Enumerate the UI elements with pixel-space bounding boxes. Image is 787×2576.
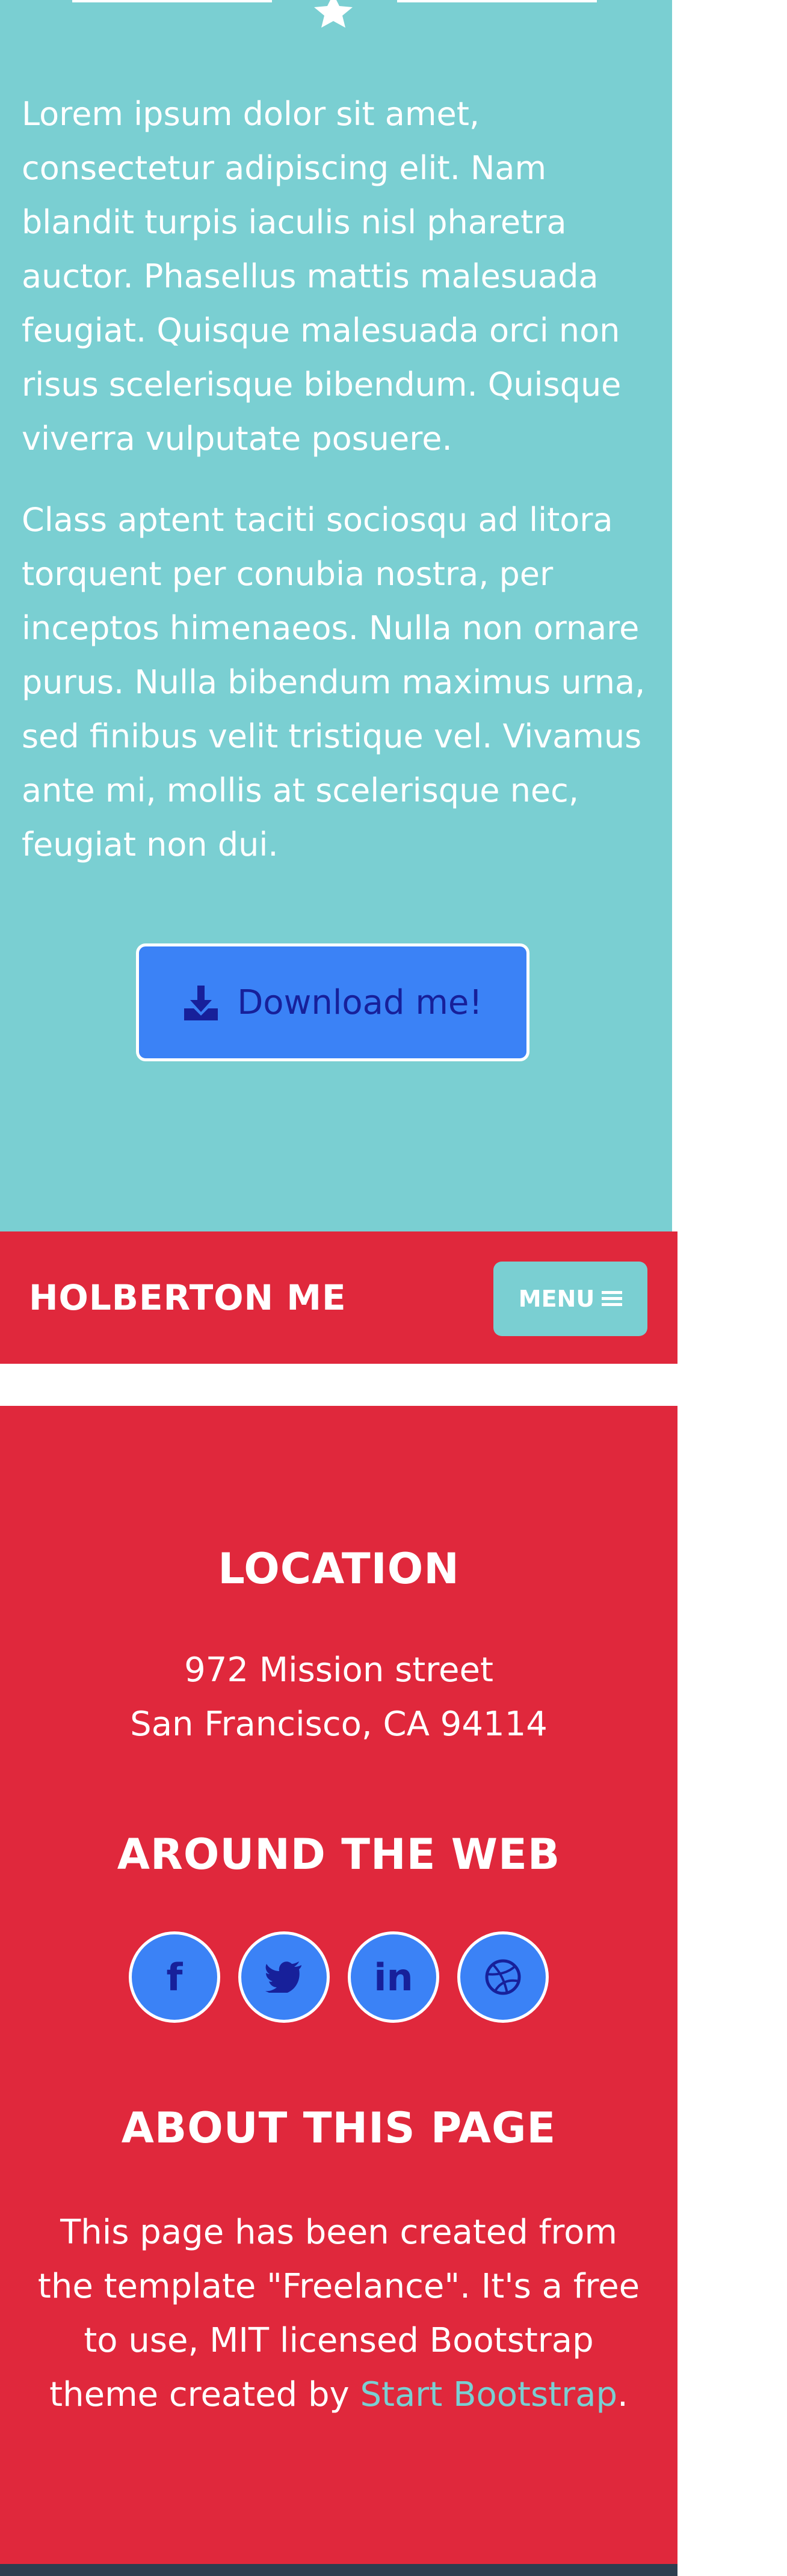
around-the-web-heading: AROUND THE WEB [117, 1830, 561, 1879]
navbar: HOLBERTON ME MENU [0, 1231, 677, 1364]
about-page-text: This page has been created from the temp… [30, 2206, 647, 2422]
linkedin-icon: in [374, 1955, 413, 1999]
download-icon [184, 986, 218, 1020]
linkedin-button[interactable]: in [348, 1931, 439, 2023]
about-paragraph-2: Class aptent taciti sociosqu ad litora t… [22, 501, 646, 863]
about-text-end: . [617, 2375, 628, 2414]
download-label: Download me! [237, 983, 483, 1022]
start-bootstrap-link[interactable]: Start Bootstrap [360, 2375, 617, 2414]
download-button[interactable]: Download me! [136, 943, 529, 1061]
social-links: f in [0, 1931, 677, 2028]
divider-line-right [397, 0, 597, 2]
brand-link[interactable]: HOLBERTON ME [29, 1231, 347, 1364]
copyright-bar [0, 2564, 677, 2576]
address-line-1: 972 Mission street [184, 1651, 493, 1690]
dribbble-button[interactable] [457, 1931, 549, 2023]
location-heading: LOCATION [218, 1544, 460, 1593]
bars-icon [602, 1291, 623, 1306]
menu-button[interactable]: MENU [493, 1262, 647, 1336]
dribbble-icon [485, 1959, 521, 1995]
facebook-icon: f [166, 1955, 183, 1999]
about-paragraph-1: Lorem ipsum dolor sit amet, consectetur … [22, 95, 622, 458]
address-line-2: San Francisco, CA 94114 [130, 1705, 548, 1744]
twitter-button[interactable] [238, 1931, 330, 2023]
menu-label: MENU [518, 1286, 595, 1312]
footer: LOCATION 972 Mission street San Francisc… [0, 1406, 677, 2576]
divider-line-left [72, 0, 272, 2]
star-icon [314, 0, 353, 28]
about-section: Lorem ipsum dolor sit amet, consectetur … [0, 0, 672, 1231]
facebook-button[interactable]: f [129, 1931, 220, 2023]
about-page-heading: ABOUT THIS PAGE [121, 2103, 557, 2153]
twitter-icon [265, 1961, 301, 1993]
